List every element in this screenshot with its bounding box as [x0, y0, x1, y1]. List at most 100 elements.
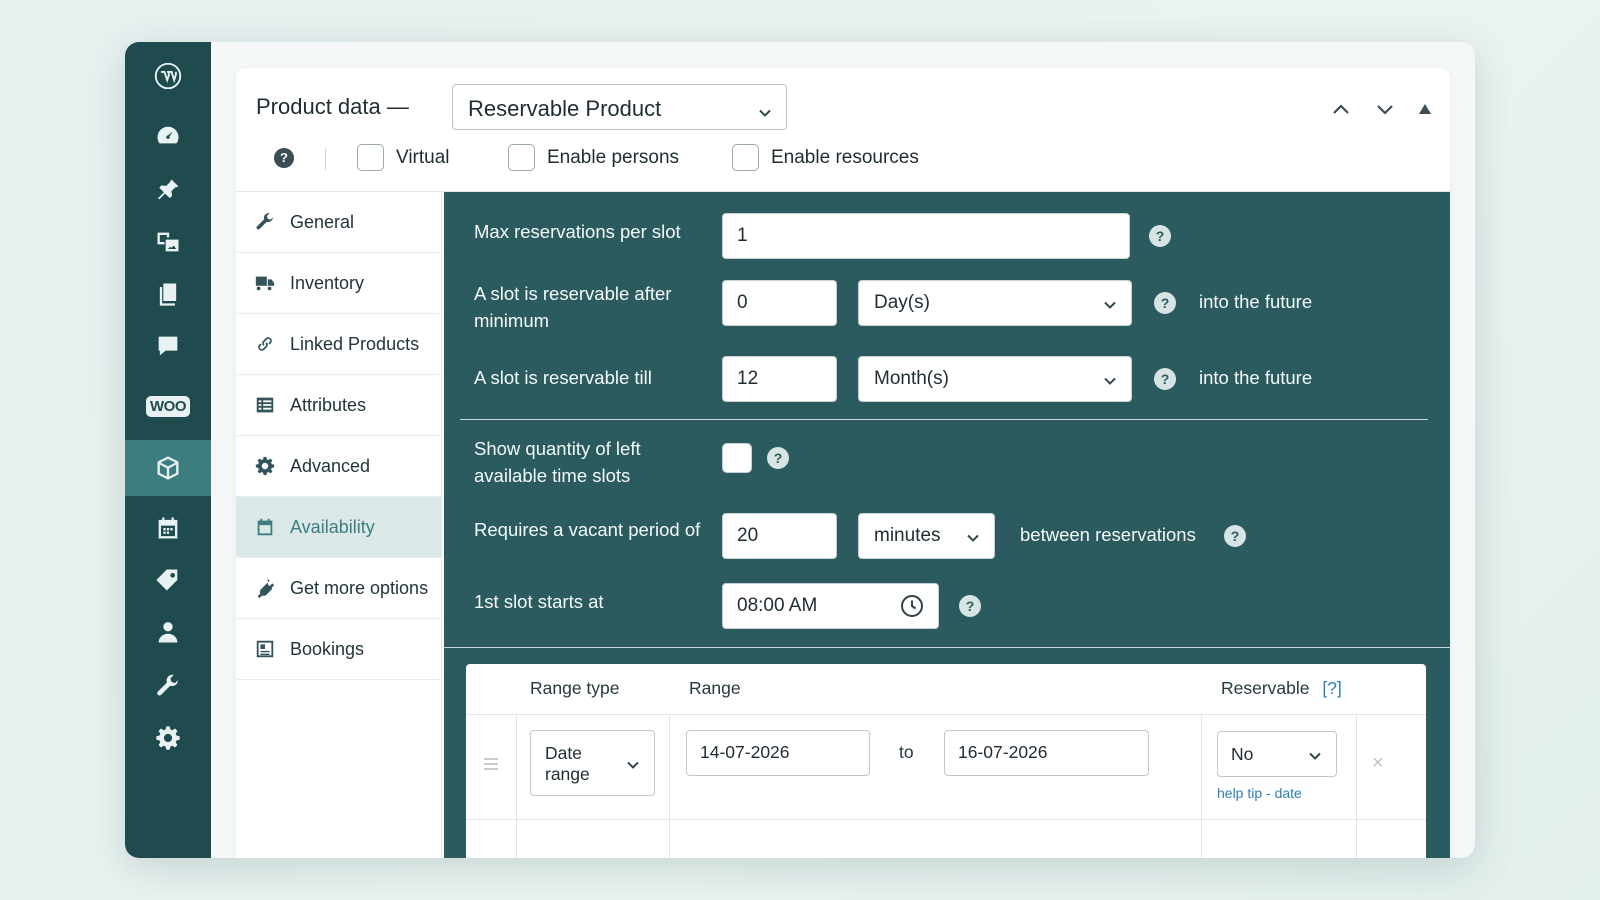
section-divider [444, 647, 1450, 648]
first-slot-time-input[interactable]: 08:00 AM [722, 583, 939, 629]
move-up-icon[interactable] [1330, 98, 1352, 125]
wrench-icon [256, 213, 273, 230]
products-box-icon[interactable] [125, 440, 211, 496]
panel-header: Product data — Reservable Product ? Virt… [236, 68, 1450, 192]
gear-icon [255, 456, 275, 476]
clock-icon[interactable] [900, 594, 924, 624]
range-type-select[interactable]: Date range [530, 730, 655, 796]
tab-general[interactable]: General [236, 192, 441, 253]
posts-pin-icon[interactable] [125, 162, 211, 218]
users-icon[interactable] [125, 604, 211, 660]
vacant-period-help-icon[interactable]: ? [1224, 525, 1246, 547]
range-to-input[interactable]: 16-07-2026 [944, 730, 1149, 776]
panel-title: Product data — [256, 94, 409, 119]
chevron-down-icon [758, 100, 772, 117]
tab-label: Inventory [290, 272, 365, 293]
product-data-panel: Product data — Reservable Product ? Virt… [236, 68, 1450, 858]
tab-linked-products[interactable]: Linked Products [236, 314, 441, 375]
plug-icon [257, 578, 275, 599]
marketing-tag-icon[interactable] [125, 552, 211, 608]
tab-availability[interactable]: Availability [236, 497, 441, 558]
till-input[interactable]: 12 [722, 356, 837, 402]
pages-icon[interactable] [125, 266, 211, 322]
min-after-label: A slot is reservable after minimum [474, 283, 672, 331]
wp-admin-sidebar: WOO [125, 42, 211, 858]
drag-handle-icon[interactable] [484, 758, 498, 773]
enable-resources-checkbox-row[interactable]: Enable resources [732, 144, 919, 171]
enable-persons-checkbox[interactable] [508, 144, 535, 171]
table-header-divider [466, 714, 1426, 715]
show-quantity-label: Show quantity of left available time slo… [474, 438, 641, 486]
max-reservations-input[interactable]: 1 [722, 213, 1130, 259]
settings-gear-icon[interactable] [125, 710, 211, 766]
reservable-select[interactable]: No [1217, 731, 1337, 777]
min-after-suffix: into the future [1199, 291, 1313, 312]
column-header-range-type: Range type [530, 678, 620, 698]
till-label: A slot is reservable till [474, 367, 652, 388]
min-after-unit-value: Day(s) [874, 292, 930, 313]
column-divider [1356, 714, 1357, 858]
wordpress-logo-icon[interactable] [125, 48, 211, 104]
app-window: WOO Product data — Reservable Product ? … [125, 42, 1475, 858]
max-reservations-help-icon[interactable]: ? [1149, 225, 1171, 247]
till-unit-value: Month(s) [874, 368, 949, 389]
enable-resources-checkbox[interactable] [732, 144, 759, 171]
product-data-tabs: General Inventory Linked Products Attrib… [236, 192, 442, 858]
tab-label: Bookings [290, 638, 365, 659]
bookings-calendar-icon[interactable] [125, 500, 211, 556]
range-to-label: to [899, 742, 914, 762]
reservable-value: No [1231, 744, 1254, 764]
tab-label: General [290, 211, 355, 232]
till-help-icon[interactable]: ? [1154, 368, 1176, 390]
media-icon[interactable] [125, 214, 211, 270]
tab-inventory[interactable]: Inventory [236, 253, 441, 314]
first-slot-time-value: 08:00 AM [737, 595, 818, 616]
vacant-period-input[interactable]: 20 [722, 513, 837, 559]
till-unit-select[interactable]: Month(s) [858, 356, 1132, 402]
show-quantity-help-icon[interactable]: ? [767, 447, 789, 469]
availability-panel: Max reservations per slot 1 ? A slot is … [444, 192, 1450, 858]
column-divider [1201, 714, 1202, 858]
woocommerce-icon[interactable]: WOO [125, 378, 211, 434]
availability-ranges-table: Range type Range Reservable [?] Date ran… [466, 664, 1426, 858]
panel-controls [1330, 98, 1432, 125]
bookings-icon [256, 640, 274, 658]
column-divider [669, 714, 670, 858]
reservable-help-link[interactable]: [?] [1322, 678, 1341, 698]
help-tip-link[interactable]: help tip - date [1217, 785, 1302, 801]
collapse-toggle-icon[interactable] [1418, 102, 1432, 121]
enable-persons-checkbox-row[interactable]: Enable persons [508, 144, 679, 171]
virtual-checkbox-row[interactable]: Virtual [357, 144, 450, 171]
list-icon [256, 397, 274, 413]
tab-label: Advanced [290, 455, 371, 476]
range-from-input[interactable]: 14-07-2026 [686, 730, 870, 776]
tab-advanced[interactable]: Advanced [236, 436, 441, 497]
product-type-value: Reservable Product [468, 96, 662, 121]
show-quantity-checkbox[interactable] [722, 443, 752, 473]
vacant-period-unit-select[interactable]: minutes [858, 513, 995, 559]
vacant-period-label: Requires a vacant period of [474, 519, 701, 540]
tab-attributes[interactable]: Attributes [236, 375, 441, 436]
chevron-down-icon [1103, 296, 1117, 310]
chevron-down-icon [1308, 747, 1322, 761]
tab-get-more-options[interactable]: Get more options [236, 558, 441, 619]
column-header-reservable: Reservable [?] [1221, 678, 1342, 698]
tab-label: Linked Products [290, 333, 420, 354]
max-reservations-label: Max reservations per slot [474, 221, 681, 242]
virtual-checkbox[interactable] [357, 144, 384, 171]
enable-persons-label: Enable persons [547, 146, 680, 168]
tools-wrench-icon[interactable] [125, 658, 211, 714]
first-slot-help-icon[interactable]: ? [959, 595, 981, 617]
min-after-help-icon[interactable]: ? [1154, 292, 1176, 314]
move-down-icon[interactable] [1374, 98, 1396, 125]
woocommerce-label: WOO [146, 395, 190, 417]
dashboard-icon[interactable] [125, 108, 211, 164]
remove-row-icon[interactable]: × [1372, 752, 1384, 775]
min-after-input[interactable]: 0 [722, 280, 837, 326]
min-after-unit-select[interactable]: Day(s) [858, 280, 1132, 326]
tab-bookings[interactable]: Bookings [236, 619, 441, 680]
help-icon[interactable]: ? [274, 148, 294, 168]
product-type-select[interactable]: Reservable Product [452, 84, 787, 130]
comments-icon[interactable] [125, 318, 211, 374]
column-divider [516, 714, 517, 858]
